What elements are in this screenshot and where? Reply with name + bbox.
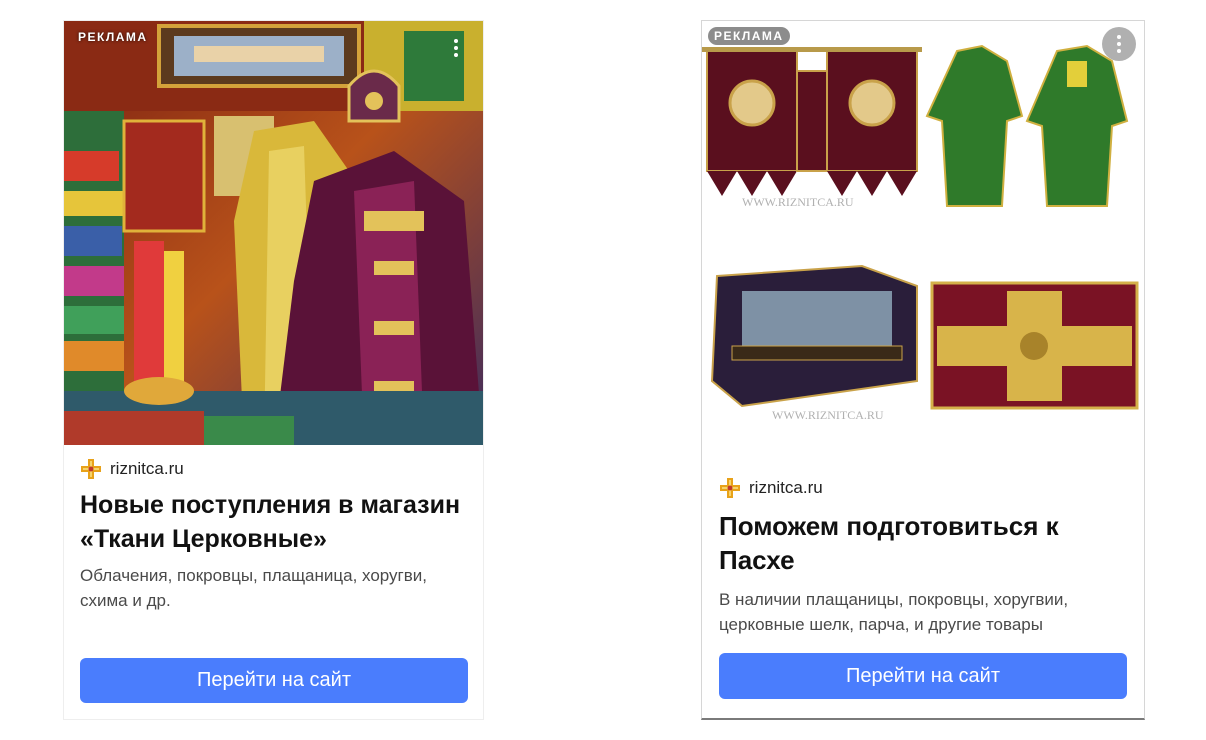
ad-domain-text: riznitca.ru xyxy=(749,478,823,497)
ad-card-1[interactable]: РЕКЛАМА riznitca.ru Новые поступления в … xyxy=(63,20,484,720)
ad-label: РЕКЛАМА xyxy=(708,27,790,45)
ad-label: РЕКЛАМА xyxy=(78,30,148,44)
painting-image xyxy=(64,21,483,445)
ad-image[interactable]: РЕКЛАМА xyxy=(64,21,483,445)
ad-description: Облачения, покровцы, плащаница, хоругви,… xyxy=(80,566,428,610)
ad-image[interactable]: WWW.RIZNITCA.RU WWW.RIZNITCA.RU РЕКЛАМА xyxy=(702,21,1144,461)
ad-domain[interactable]: riznitca.ru xyxy=(719,477,823,499)
ad-domain[interactable]: riznitca.ru xyxy=(80,458,184,480)
more-vertical-icon xyxy=(454,39,458,57)
ad-headline[interactable]: Новые поступления в магазин «Ткани Церко… xyxy=(80,488,475,556)
ad-domain-text: riznitca.ru xyxy=(110,459,184,478)
go-to-site-button[interactable]: Перейти на сайт xyxy=(719,653,1127,699)
go-to-site-button[interactable]: Перейти на сайт xyxy=(80,658,468,703)
more-vertical-icon xyxy=(1117,35,1121,53)
ad-headline[interactable]: Поможем подготовиться к Пасхе xyxy=(719,509,1129,577)
cross-favicon-icon xyxy=(81,459,101,479)
products-collage-image: WWW.RIZNITCA.RU WWW.RIZNITCA.RU xyxy=(702,21,1144,461)
ad-description: В наличии плащаницы, покровцы, хоругвии,… xyxy=(719,590,1069,634)
ad-card-2[interactable]: WWW.RIZNITCA.RU WWW.RIZNITCA.RU РЕКЛАМА … xyxy=(701,20,1145,720)
svg-text:WWW.RIZNITCA.RU: WWW.RIZNITCA.RU xyxy=(772,408,884,422)
cross-favicon-icon xyxy=(720,478,740,498)
more-options-button[interactable] xyxy=(439,31,473,65)
more-options-button[interactable] xyxy=(1102,27,1136,61)
svg-text:WWW.RIZNITCA.RU: WWW.RIZNITCA.RU xyxy=(742,195,854,209)
